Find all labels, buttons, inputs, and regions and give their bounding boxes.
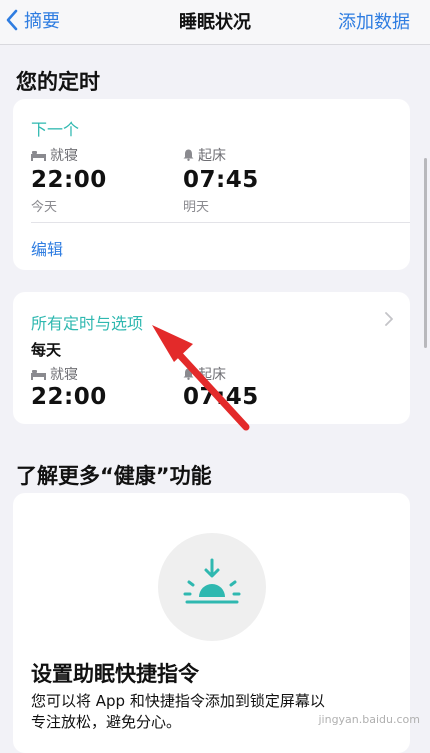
bedtime-day: 今天	[31, 200, 58, 215]
watermark: jingyan.baidu.com	[318, 713, 420, 726]
all-schedules-card[interactable]: 所有定时与选项 每天 就寝 22:00 起床 07:45	[13, 292, 410, 424]
frequency-label: 每天	[31, 341, 62, 359]
learn-more-section-title: 了解更多“健康”功能	[16, 464, 212, 488]
shortcut-description-line-1: 您可以将 App 和快捷指令添加到锁定屏幕以	[31, 692, 325, 710]
all-bedtime-label: 就寝	[31, 364, 78, 384]
bed-icon	[31, 369, 46, 380]
bell-icon	[183, 368, 194, 380]
all-wake-label: 起床	[183, 364, 226, 384]
wake-label: 起床	[183, 145, 226, 165]
sunset-icon-circle	[158, 533, 266, 641]
next-schedule-card: 下一个 就寝 22:00 今天 起床 07:45 明天 编辑	[13, 99, 410, 270]
all-bedtime-value: 22:00	[31, 384, 107, 410]
chevron-right-icon	[385, 312, 393, 326]
bell-icon	[183, 149, 194, 161]
bedtime-label: 就寝	[31, 145, 78, 165]
card-divider	[31, 222, 410, 223]
scroll-indicator[interactable]	[424, 158, 427, 348]
next-label: 下一个	[31, 120, 80, 139]
bed-icon	[31, 150, 46, 161]
all-schedules-title: 所有定时与选项	[31, 314, 144, 333]
shortcut-description-line-2: 专注放松，避免分心。	[31, 713, 182, 731]
wake-value: 07:45	[183, 167, 259, 193]
all-wake-value: 07:45	[183, 384, 259, 410]
navigation-bar: 摘要 睡眠状况 添加数据	[0, 0, 430, 45]
add-data-button[interactable]: 添加数据	[338, 8, 410, 34]
sunset-icon	[183, 558, 241, 604]
edit-button[interactable]: 编辑	[31, 236, 63, 260]
schedule-section-title: 您的定时	[16, 70, 100, 94]
wake-day: 明天	[183, 200, 210, 215]
bedtime-value: 22:00	[31, 167, 107, 193]
shortcut-title: 设置助眠快捷指令	[31, 662, 199, 686]
